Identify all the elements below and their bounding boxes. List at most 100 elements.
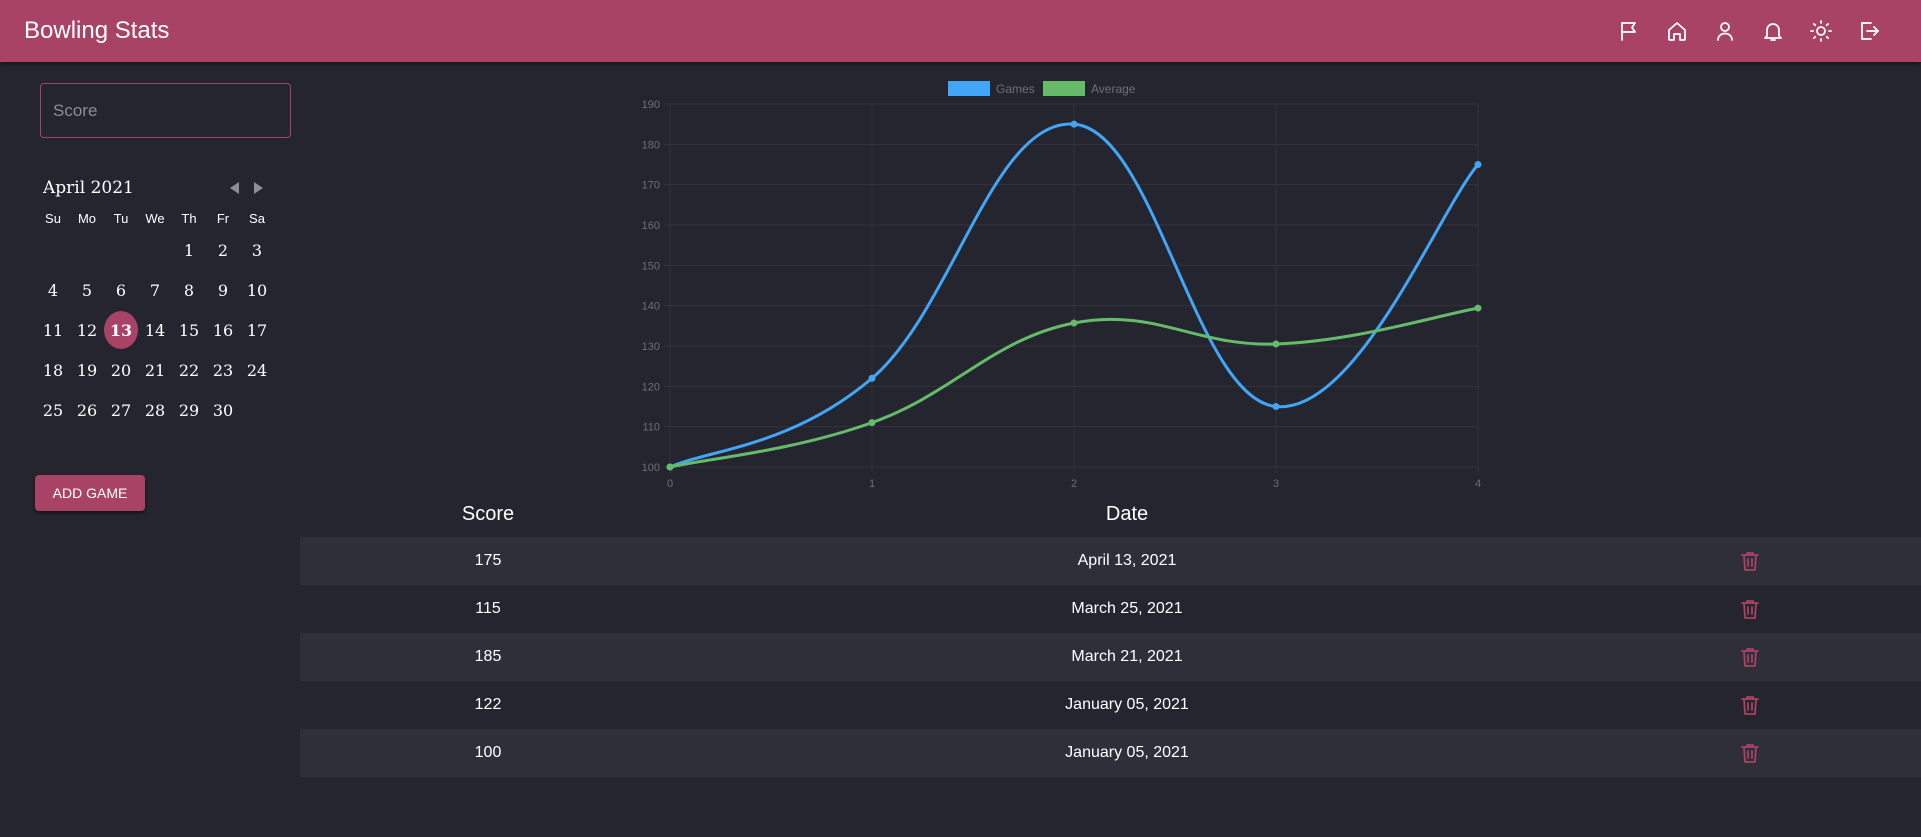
calendar-day[interactable]: 15 (172, 310, 206, 350)
calendar-day[interactable]: 23 (206, 350, 240, 390)
calendar-day[interactable]: 8 (172, 270, 206, 310)
x-tick-label: 2 (1071, 478, 1077, 490)
legend-label: Games (996, 82, 1035, 96)
y-tick-label: 140 (642, 301, 660, 313)
games-legend-swatch (948, 81, 990, 96)
calendar-day[interactable]: 30 (206, 390, 240, 430)
score-cell: 185 (474, 648, 502, 665)
calendar: April 2021 Su Mo Tu We Th Fr Sa 1 2 3 4 5 6 7 8 9 10 11 12… (36, 170, 280, 430)
x-tick-label: 4 (1475, 478, 1481, 490)
score-cell: 100 (474, 744, 502, 761)
calendar-day[interactable]: 25 (36, 390, 70, 430)
games-data-point (1474, 161, 1482, 168)
app-title: Bowling Stats (24, 17, 170, 44)
calendar-day[interactable]: 16 (206, 310, 240, 350)
date-cell: March 25, 2021 (1071, 600, 1183, 617)
y-tick-label: 190 (642, 99, 660, 111)
y-tick-label: 170 (642, 180, 660, 192)
average-data-point (666, 463, 674, 471)
app-bar: Bowling Stats (0, 0, 1921, 62)
score-column-header: Score (461, 503, 515, 525)
weekday-label: Su (45, 211, 61, 226)
x-tick-label: 3 (1273, 478, 1279, 490)
y-tick-label: 110 (642, 422, 660, 434)
calendar-day[interactable]: 18 (36, 350, 70, 390)
calendar-day[interactable]: 28 (138, 390, 172, 430)
line-chart: 100 110 120 130 140 150 160 170 180 190 0 1 2 3 4 Games… (642, 81, 1482, 490)
calendar-day[interactable]: 6 (104, 270, 138, 310)
y-tick-label: 180 (642, 139, 660, 151)
calendar-empty-cell (36, 230, 70, 270)
calendar-day[interactable]: 17 (240, 310, 274, 350)
calendar-day[interactable]: 1 (172, 230, 206, 270)
trash-icon[interactable] (1738, 693, 1762, 717)
calendar-month-label: April 2021 (43, 178, 134, 198)
trash-icon[interactable] (1738, 645, 1762, 669)
legend-label: Average (1091, 82, 1136, 96)
calendar-day[interactable]: 4 (36, 270, 70, 310)
y-tick-label: 130 (642, 341, 660, 353)
score-chart: 100 110 120 130 140 150 160 170 180 190 0 1 2 3 4 Games… (630, 70, 1510, 500)
table-row: 122 January 05, 2021 (300, 681, 1921, 729)
calendar-day[interactable]: 7 (138, 270, 172, 310)
games-data-point (868, 374, 876, 382)
trash-icon[interactable] (1738, 741, 1762, 765)
calendar-day[interactable]: 19 (70, 350, 104, 390)
calendar-day[interactable]: 14 (138, 310, 172, 350)
calendar-empty-cell (70, 230, 104, 270)
average-data-point (1272, 340, 1280, 348)
calendar-day[interactable]: 26 (70, 390, 104, 430)
calendar-day[interactable]: 5 (70, 270, 104, 310)
next-month-icon[interactable] (250, 180, 266, 196)
date-cell: April 13, 2021 (1077, 552, 1177, 569)
trash-icon[interactable] (1738, 549, 1762, 573)
calendar-day-selected[interactable]: 13 (104, 310, 138, 350)
calendar-day[interactable]: 29 (172, 390, 206, 430)
weekday-label: We (145, 211, 165, 226)
score-cell: 122 (474, 696, 502, 713)
y-tick-label: 160 (642, 220, 660, 232)
calendar-day[interactable]: 22 (172, 350, 206, 390)
home-icon[interactable] (1653, 17, 1701, 45)
table-row: 185 March 21, 2021 (300, 633, 1921, 681)
games-data-point (1070, 120, 1078, 128)
bell-icon[interactable] (1749, 17, 1797, 45)
table-row: 100 January 05, 2021 (300, 729, 1921, 777)
calendar-day[interactable]: 27 (104, 390, 138, 430)
calendar-header: April 2021 (36, 170, 280, 204)
calendar-day[interactable]: 20 (104, 350, 138, 390)
calendar-day[interactable]: 9 (206, 270, 240, 310)
y-tick-label: 150 (642, 260, 660, 272)
average-data-point (1474, 304, 1482, 312)
date-cell: March 21, 2021 (1071, 648, 1183, 665)
sun-icon[interactable] (1797, 17, 1845, 45)
sidebar: April 2021 SuMoTuWeThFrSa123456789101112… (0, 62, 300, 837)
logout-icon[interactable] (1845, 17, 1893, 45)
average-data-point (1070, 319, 1078, 327)
calendar-day[interactable]: 11 (36, 310, 70, 350)
score-cell: 115 (475, 600, 501, 617)
flag-icon[interactable] (1605, 17, 1653, 45)
calendar-day[interactable]: 21 (138, 350, 172, 390)
table-body: 175 April 13, 2021 115 March 25, 2021 185 Mar… (300, 537, 1921, 777)
date-cell: January 05, 2021 (1065, 744, 1189, 761)
table-row: 175 April 13, 2021 (300, 537, 1921, 585)
user-icon[interactable] (1701, 17, 1749, 45)
games-table: Score Date 175 April 13, 2021 115 March 25,… (300, 495, 1921, 777)
date-cell: January 05, 2021 (1065, 696, 1189, 713)
calendar-day[interactable]: 2 (206, 230, 240, 270)
x-tick-label: 0 (667, 478, 673, 490)
weekday-label: Mo (77, 211, 97, 226)
calendar-empty-cell (138, 230, 172, 270)
calendar-day[interactable]: 12 (70, 310, 104, 350)
trash-icon[interactable] (1738, 597, 1762, 621)
calendar-day[interactable]: 10 (240, 270, 274, 310)
previous-month-icon[interactable] (227, 180, 243, 196)
calendar-day[interactable]: 3 (240, 230, 274, 270)
score-cell: 175 (474, 552, 502, 569)
y-tick-label: 120 (642, 381, 660, 393)
calendar-day[interactable]: 24 (240, 350, 274, 390)
score-input[interactable] (40, 83, 291, 138)
add-game-button[interactable]: ADD GAME (35, 475, 145, 511)
weekday-label: Th (181, 211, 197, 226)
